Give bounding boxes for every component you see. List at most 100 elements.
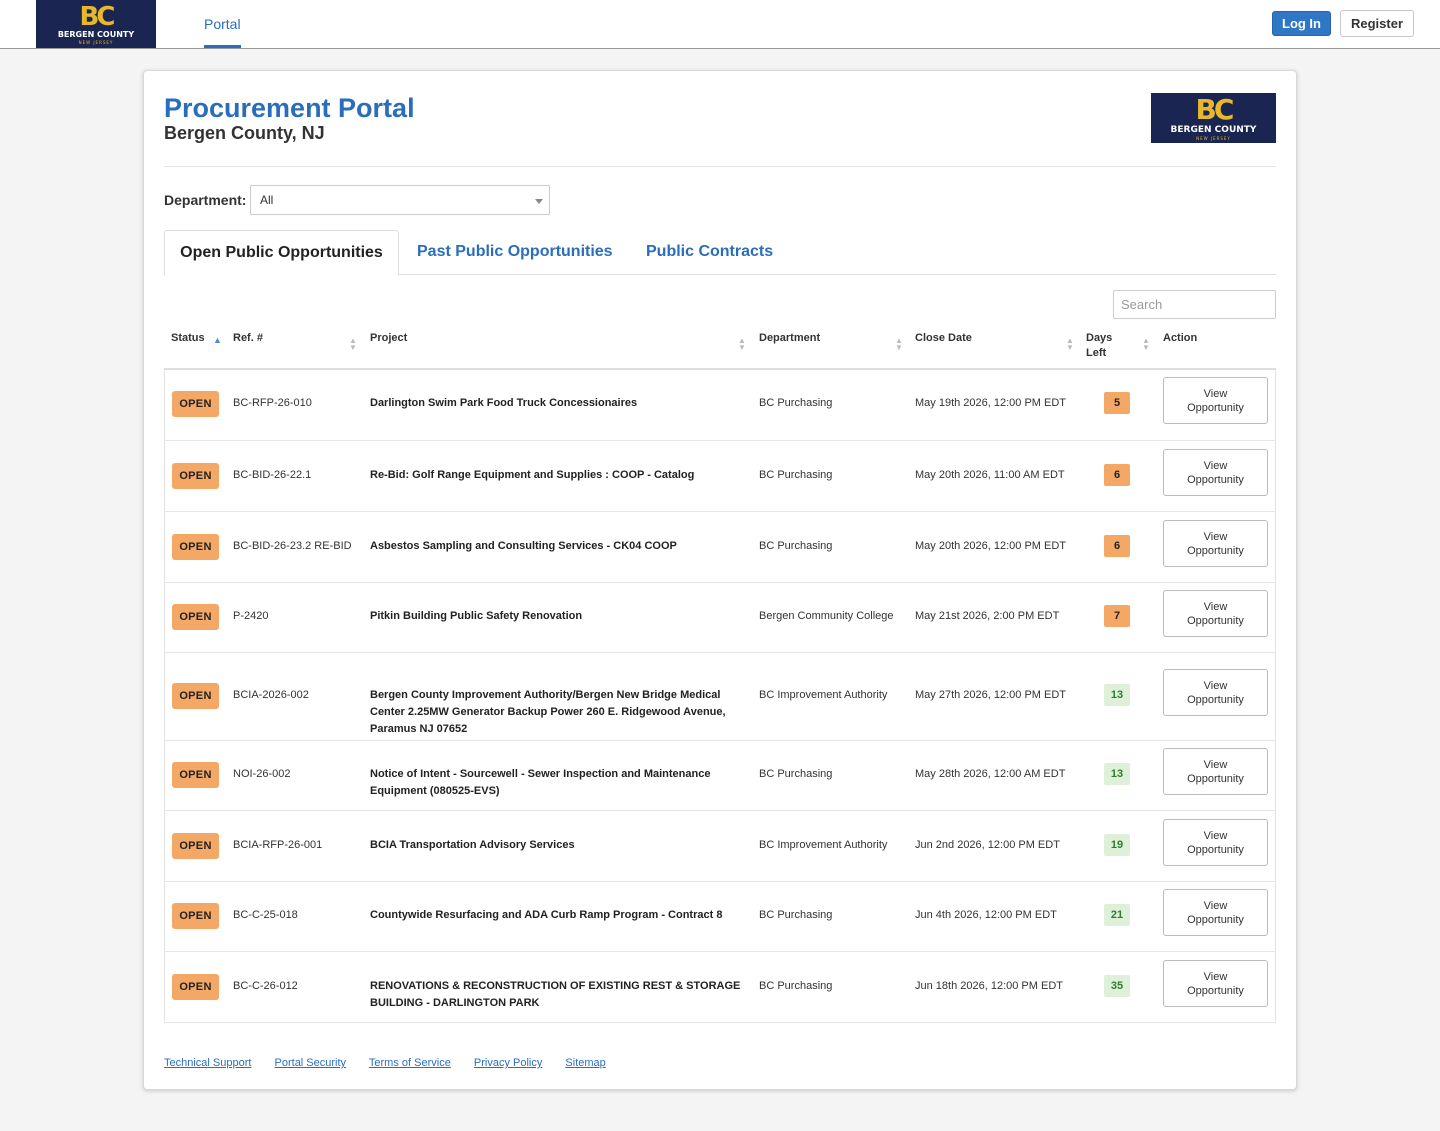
close-date: Jun 4th 2026, 12:00 PM EDT bbox=[915, 909, 1057, 921]
bergen-county-logo-large: BC BERGEN COUNTY NEW JERSEY bbox=[1151, 93, 1276, 143]
logo-name: BERGEN COUNTY bbox=[1170, 124, 1257, 135]
column-header-days-left[interactable]: Days Left bbox=[1086, 331, 1126, 361]
page-subtitle: Bergen County, NJ bbox=[164, 123, 325, 143]
project-name: Darlington Swim Park Food Truck Concessi… bbox=[370, 397, 638, 409]
days-left-badge: 6 bbox=[1104, 464, 1130, 486]
ref-number: BC-C-25-018 bbox=[233, 909, 298, 921]
view-opportunity-label: View Opportunity bbox=[1187, 679, 1244, 706]
department-name: BC Purchasing bbox=[759, 397, 833, 409]
view-opportunity-button[interactable]: View Opportunity bbox=[1163, 748, 1268, 795]
ref-number: BC-C-26-012 bbox=[233, 980, 298, 992]
status-badge: OPEN bbox=[172, 974, 219, 1000]
table-row: OPEN P-2420 Pitkin Building Public Safety … bbox=[165, 582, 1275, 652]
sort-ascending-icon[interactable]: ▲ bbox=[213, 336, 222, 345]
bergen-county-logo[interactable]: BC BERGEN COUNTY NEW JERSEY bbox=[36, 0, 156, 48]
footer-link-portal-security[interactable]: Portal Security bbox=[275, 1057, 347, 1069]
ref-number: BCIA-2026-002 bbox=[233, 689, 309, 701]
sort-icon[interactable]: ▲ ▼ bbox=[1066, 337, 1074, 352]
days-left-badge: 13 bbox=[1104, 684, 1130, 706]
login-button[interactable]: Log In bbox=[1272, 11, 1331, 36]
close-date: May 20th 2026, 11:00 AM EDT bbox=[915, 469, 1065, 481]
status-badge: OPEN bbox=[172, 463, 219, 489]
department-name: BC Improvement Authority bbox=[759, 689, 888, 701]
footer-link-sitemap[interactable]: Sitemap bbox=[565, 1057, 605, 1069]
table-row: OPEN BC-BID-26-23.2 RE-BID Asbestos Sampli… bbox=[165, 511, 1275, 582]
table-header: Status ▲ Ref. # ▲ ▼ Project ▲ ▼ Department… bbox=[164, 327, 1276, 370]
view-opportunity-button[interactable]: View Opportunity bbox=[1163, 819, 1268, 866]
logo-mark: BC bbox=[1195, 92, 1235, 126]
view-opportunity-label: View Opportunity bbox=[1187, 459, 1244, 486]
department-select-value: All bbox=[260, 193, 274, 207]
view-opportunity-button[interactable]: View Opportunity bbox=[1163, 449, 1268, 496]
view-opportunity-label: View Opportunity bbox=[1187, 530, 1244, 557]
view-opportunity-label: View Opportunity bbox=[1187, 387, 1244, 414]
table-row: OPEN BCIA-RFP-26-001 BCIA Transportation A… bbox=[165, 810, 1275, 881]
department-name: BC Purchasing bbox=[759, 909, 833, 921]
view-opportunity-button[interactable]: View Opportunity bbox=[1163, 590, 1268, 637]
column-header-close-date[interactable]: Close Date bbox=[915, 331, 972, 346]
department-name: BC Purchasing bbox=[759, 768, 833, 780]
table-body: OPEN BC-RFP-26-010 Darlington Swim Park Fo… bbox=[164, 370, 1276, 1023]
view-opportunity-button[interactable]: View Opportunity bbox=[1163, 377, 1268, 424]
project-name: Bergen County Improvement Authority/Berg… bbox=[370, 689, 726, 735]
search-input[interactable]: Search bbox=[1113, 290, 1276, 319]
department-name: Bergen Community College bbox=[759, 610, 894, 622]
department-name: BC Purchasing bbox=[759, 540, 833, 552]
status-badge: OPEN bbox=[172, 391, 219, 417]
tab-public-contracts[interactable]: Public Contracts bbox=[646, 230, 773, 275]
column-header-project[interactable]: Project bbox=[370, 331, 407, 346]
project-name: Notice of Intent - Sourcewell - Sewer In… bbox=[370, 768, 711, 797]
column-header-status[interactable]: Status bbox=[171, 331, 205, 346]
project-name: RENOVATIONS & RECONSTRUCTION OF EXISTING… bbox=[370, 980, 741, 1009]
close-date: Jun 18th 2026, 12:00 PM EDT bbox=[915, 980, 1063, 992]
ref-number: BC-BID-26-23.2 RE-BID bbox=[233, 540, 352, 552]
sort-icon[interactable]: ▲ ▼ bbox=[1142, 337, 1150, 352]
top-navbar: BC BERGEN COUNTY NEW JERSEY Portal Log I… bbox=[0, 0, 1440, 49]
logo-state: NEW JERSEY bbox=[1196, 135, 1231, 141]
view-opportunity-button[interactable]: View Opportunity bbox=[1163, 889, 1268, 936]
department-name: BC Purchasing bbox=[759, 469, 833, 481]
sort-icon[interactable]: ▲ ▼ bbox=[895, 337, 903, 352]
days-left-badge: 5 bbox=[1104, 392, 1130, 414]
project-name: Asbestos Sampling and Consulting Service… bbox=[370, 540, 677, 552]
project-name: Countywide Resurfacing and ADA Curb Ramp… bbox=[370, 909, 723, 921]
tab-open-public-opportunities[interactable]: Open Public Opportunities bbox=[164, 230, 399, 276]
days-left-badge: 35 bbox=[1104, 975, 1130, 997]
table-row: OPEN BC-BID-26-22.1 Re-Bid: Golf Range Equ… bbox=[165, 440, 1275, 511]
days-left-badge: 21 bbox=[1104, 904, 1130, 926]
footer-link-technical-support[interactable]: Technical Support bbox=[164, 1057, 251, 1069]
footer-link-privacy-policy[interactable]: Privacy Policy bbox=[474, 1057, 542, 1069]
view-opportunity-label: View Opportunity bbox=[1187, 600, 1244, 627]
view-opportunity-button[interactable]: View Opportunity bbox=[1163, 960, 1268, 1007]
view-opportunity-label: View Opportunity bbox=[1187, 970, 1244, 997]
project-name: Re-Bid: Golf Range Equipment and Supplie… bbox=[370, 469, 695, 481]
ref-number: BC-RFP-26-010 bbox=[233, 397, 312, 409]
days-left-badge: 13 bbox=[1104, 763, 1130, 785]
nav-portal-link[interactable]: Portal bbox=[204, 0, 241, 48]
project-name: BCIA Transportation Advisory Services bbox=[370, 839, 575, 851]
column-header-department[interactable]: Department bbox=[759, 331, 820, 346]
tab-past-public-opportunities[interactable]: Past Public Opportunities bbox=[417, 230, 613, 275]
view-opportunity-label: View Opportunity bbox=[1187, 899, 1244, 926]
view-opportunity-label: View Opportunity bbox=[1187, 758, 1244, 785]
portal-card: Procurement Portal Bergen County, NJ BC … bbox=[143, 70, 1297, 1090]
close-date: May 21st 2026, 2:00 PM EDT bbox=[915, 610, 1060, 622]
department-name: BC Improvement Authority bbox=[759, 839, 888, 851]
view-opportunity-button[interactable]: View Opportunity bbox=[1163, 520, 1268, 567]
sort-icon[interactable]: ▲ ▼ bbox=[738, 337, 746, 352]
department-select[interactable]: All bbox=[250, 185, 550, 215]
table-row: OPEN BC-RFP-26-010 Darlington Swim Park Fo… bbox=[165, 370, 1275, 440]
column-header-ref[interactable]: Ref. # bbox=[233, 331, 263, 346]
page-title: Procurement Portal bbox=[164, 93, 415, 123]
ref-number: BC-BID-26-22.1 bbox=[233, 469, 312, 481]
days-left-badge: 7 bbox=[1104, 605, 1130, 627]
view-opportunity-label: View Opportunity bbox=[1187, 829, 1244, 856]
status-badge: OPEN bbox=[172, 683, 219, 709]
view-opportunity-button[interactable]: View Opportunity bbox=[1163, 669, 1268, 716]
register-button[interactable]: Register bbox=[1340, 10, 1414, 37]
sort-icon[interactable]: ▲ ▼ bbox=[349, 337, 357, 352]
footer-link-terms-of-service[interactable]: Terms of Service bbox=[369, 1057, 451, 1069]
divider bbox=[164, 166, 1276, 167]
close-date: Jun 2nd 2026, 12:00 PM EDT bbox=[915, 839, 1060, 851]
status-badge: OPEN bbox=[172, 903, 219, 929]
